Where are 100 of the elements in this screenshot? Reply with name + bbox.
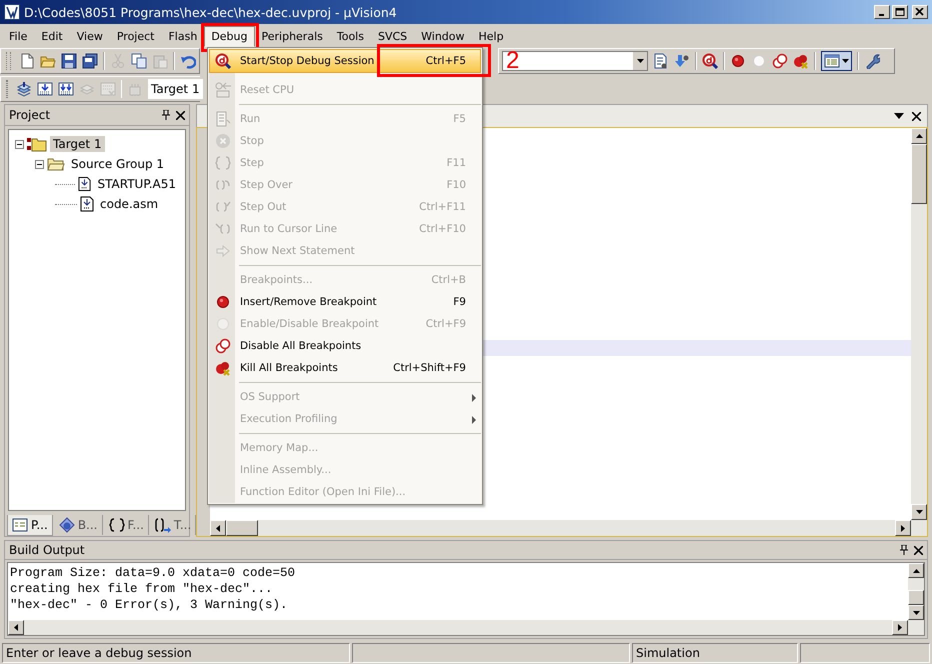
vertical-scrollbar[interactable] <box>911 128 927 536</box>
target-select[interactable]: Target 1 <box>148 79 203 99</box>
find-arrow-icon[interactable] <box>674 53 690 69</box>
output-line: Program Size: data=9.0 xdata=0 code=50 <box>10 565 296 581</box>
tree-item[interactable]: Source Group 1 <box>68 156 168 172</box>
scrollbar-thumb[interactable] <box>908 590 924 605</box>
horizontal-scrollbar[interactable] <box>8 620 908 635</box>
menu-item[interactable]: View <box>70 26 110 46</box>
menu-item[interactable]: Disable All Breakpoints <box>209 335 481 357</box>
scrollbar-thumb[interactable] <box>226 520 258 536</box>
folder-icon <box>47 156 65 172</box>
up-arrow-icon <box>916 134 922 138</box>
save-icon[interactable] <box>61 53 77 69</box>
panel-title: Project <box>9 108 52 122</box>
breakpoint-rings-icon[interactable] <box>772 53 788 69</box>
vertical-scrollbar[interactable] <box>908 563 924 635</box>
find-in-files-icon[interactable] <box>653 53 669 69</box>
collapse-icon[interactable] <box>15 140 24 148</box>
debug-icon <box>215 53 231 69</box>
left-arrow-icon <box>14 624 18 631</box>
build-stack-icon[interactable] <box>16 81 32 97</box>
panel-title: Build Output <box>9 543 86 557</box>
project-tab-icon <box>12 516 28 532</box>
undo-icon[interactable] <box>180 53 196 69</box>
menu-item[interactable]: Edit <box>34 26 70 46</box>
output-line: "hex-dec" - 0 Error(s), 3 Warning(s). <box>10 597 289 613</box>
debug-icon[interactable] <box>702 53 718 69</box>
menu-item[interactable]: Tools <box>330 26 371 46</box>
down-arrow-icon <box>916 510 922 514</box>
right-arrow-icon <box>898 624 902 631</box>
menu-item[interactable]: SVCS <box>370 26 414 46</box>
dropdown-arrow-icon[interactable] <box>894 113 904 119</box>
find-combo-box[interactable]: 2 <box>502 51 648 71</box>
document-icon <box>215 111 231 127</box>
books-tab-icon <box>58 517 75 533</box>
menu-item[interactable]: File <box>2 26 34 46</box>
menu-item[interactable]: Debug <box>204 26 254 46</box>
tree-item[interactable]: code.asm <box>97 196 162 212</box>
stop-icon <box>215 133 231 149</box>
right-arrow-icon <box>901 524 905 532</box>
submenu-arrow-icon <box>472 416 476 424</box>
up-arrow-icon <box>912 568 920 572</box>
app-icon <box>4 4 20 20</box>
close-icon[interactable] <box>914 546 923 554</box>
close-icon[interactable] <box>176 110 185 120</box>
menu-item[interactable]: Window <box>414 26 472 46</box>
window-layout-button[interactable] <box>821 51 852 71</box>
new-file-icon[interactable] <box>19 53 35 69</box>
braces-icon <box>108 517 124 533</box>
dropdown-arrow-icon <box>636 59 644 63</box>
panel-tab[interactable]: B... <box>54 515 102 535</box>
menu-item[interactable]: Start/Stop Debug Session Ctrl+F5 <box>209 49 481 73</box>
breakpoint-delete-icon[interactable] <box>793 53 809 69</box>
arrow-right-icon <box>215 243 231 259</box>
copy-icon[interactable] <box>131 53 147 69</box>
close-button[interactable] <box>912 5 928 19</box>
target-folder-icon <box>27 136 47 152</box>
maximize-icon <box>895 8 905 16</box>
scrollbar-thumb[interactable] <box>911 144 927 204</box>
reset-icon <box>215 82 231 98</box>
left-arrow-icon <box>216 524 220 532</box>
breakpoint-rings-icon <box>215 338 231 354</box>
tree-item[interactable]: STARTUP.A51 <box>94 176 179 192</box>
menu-item[interactable]: Flash <box>161 26 204 46</box>
output-line: creating hex file from "hex-dec"... <box>10 581 274 597</box>
save-all-icon[interactable] <box>82 53 98 69</box>
pin-icon[interactable] <box>162 110 170 120</box>
window-layout-icon <box>824 53 840 69</box>
annotation-number: 2 <box>506 48 520 74</box>
file-icon <box>78 176 92 192</box>
status-mode: Simulation <box>632 643 798 663</box>
panel-tab[interactable]: P... <box>7 514 53 536</box>
horizontal-scrollbar[interactable] <box>210 520 911 536</box>
pin-icon[interactable] <box>900 545 908 555</box>
breakpoint-icon[interactable] <box>730 53 746 69</box>
window-title: D:\Codes\8051 Programs\hex-dec\hex-dec.uvproj - µVision4 <box>24 4 398 20</box>
tree-item[interactable]: Target 1 <box>50 136 105 152</box>
rebuild-icon[interactable] <box>58 81 74 97</box>
wrench-icon[interactable] <box>864 53 880 69</box>
panel-tab[interactable]: F... <box>104 515 149 535</box>
menu-item[interactable]: Project <box>110 26 162 46</box>
file-icon <box>80 196 94 212</box>
step-icon <box>215 155 231 171</box>
template-tab-icon <box>154 517 171 533</box>
build-icon[interactable] <box>37 81 53 97</box>
close-icon[interactable] <box>912 112 921 120</box>
menu-item[interactable]: Kill All Breakpoints Ctrl+Shift+F9 <box>209 357 481 379</box>
down-arrow-icon <box>912 610 920 614</box>
menu-item[interactable]: Help <box>472 26 511 46</box>
menu-item[interactable]: Peripherals <box>254 26 330 46</box>
maximize-button[interactable] <box>892 5 908 19</box>
menu-item[interactable]: Insert/Remove Breakpoint F9 <box>209 291 481 313</box>
breakpoint-outline-icon <box>215 316 231 332</box>
close-icon <box>915 8 925 16</box>
caret-icon <box>842 59 849 63</box>
status-message: Enter or leave a debug session <box>2 643 350 663</box>
submenu-arrow-icon <box>472 394 476 402</box>
minimize-button[interactable] <box>874 5 890 19</box>
breakpoint-delete-icon <box>215 360 231 376</box>
collapse-icon[interactable] <box>35 160 44 168</box>
